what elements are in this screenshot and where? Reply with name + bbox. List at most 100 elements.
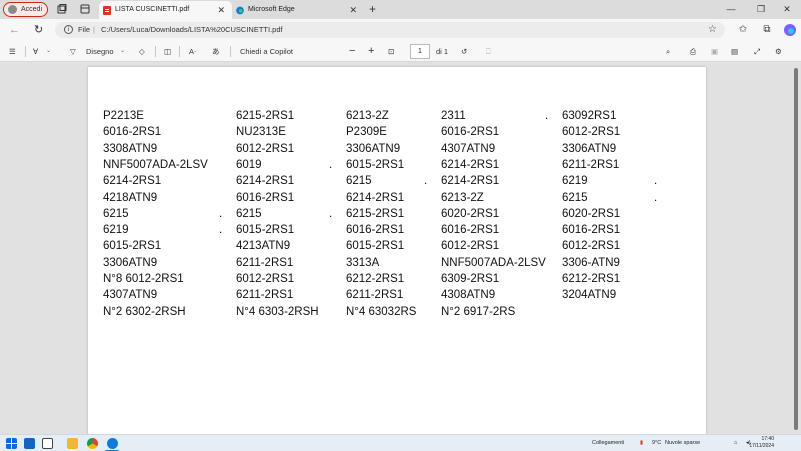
translate-icon[interactable]: あ [212,44,220,59]
task-view-icon[interactable] [42,438,53,449]
bearing-code: NU2313E [236,126,286,139]
windows-start-icon[interactable] [6,438,17,449]
dot-mark: . [545,110,549,122]
bearing-code: N°8 6012-2RS1 [103,273,184,285]
profile-button[interactable]: Accedi [3,2,48,17]
tab-edge[interactable]: Microsoft Edge ✕ [232,1,364,19]
file-explorer-icon[interactable] [67,438,78,449]
bearing-code: 6016-2RS1 [441,224,500,237]
toolbar-divider [25,46,26,57]
bearing-code: 6016-2RS1 [103,126,162,139]
settings-icon[interactable]: ⚙ [775,44,782,59]
bearing-code: 6012-2RS1 [441,240,500,253]
bearing-code: 6016-2RS1 [441,126,500,139]
bearing-code: 6020-2RS1 [441,207,500,220]
weather-icon[interactable]: ▮ [640,438,643,449]
edge-icon[interactable] [107,438,118,449]
bearing-code: 3308ATN9 [103,142,158,155]
scrollbar[interactable] [793,62,799,434]
draw-icon[interactable]: ▽ [70,44,76,59]
weather-temp[interactable]: 9°C [652,438,661,449]
news-widget[interactable]: Collegamenti [592,438,624,449]
chevron-down-icon[interactable]: ⌄ [46,44,51,59]
tab-pdf[interactable]: LISTA CUSCINETTI.pdf ✕ [99,1,232,19]
chevron-down-icon[interactable]: ⌄ [120,44,125,59]
bearing-code: 3306ATN9 [103,256,158,269]
info-icon[interactable]: i [64,25,73,34]
bearing-code: 6212-2RS1 [562,273,621,285]
bearing-code: 3313A [346,256,380,269]
bearing-code: 6215 [562,191,588,204]
bearing-code: 6211-2RS1 [236,256,294,269]
highlight-icon[interactable]: ∀ [33,44,38,59]
back-arrow-icon[interactable]: ← [9,22,20,38]
refresh-icon[interactable]: ↻ [34,22,43,38]
copilot-icon[interactable] [783,23,797,37]
search-icon[interactable]: ⌕ [666,44,670,59]
plus-icon[interactable]: + [369,1,376,18]
dot-mark: . [329,207,333,220]
rotate-icon[interactable]: ↺ [461,44,467,59]
close-icon[interactable]: ✕ [349,1,357,19]
address-bar[interactable]: i File | C:/Users/Luca/Downloads/LISTA%2… [55,22,725,38]
fullscreen-icon[interactable]: ⤢ [754,44,760,59]
url-text[interactable]: C:/Users/Luca/Downloads/LISTA%20CUSCINET… [101,22,283,38]
page-number-input[interactable]: 1 [410,44,430,59]
scrollbar-thumb[interactable] [794,68,798,430]
bearing-code: 6215 [346,175,372,188]
bearing-code: NNF5007ADA-2LSV [441,256,546,269]
bearing-code: 6214-2RS1 [441,175,500,188]
workspaces-icon[interactable] [56,3,68,15]
save-icon[interactable]: ▣ [711,44,718,59]
bearing-code: N°2 6917-2RS [441,305,516,318]
print-icon[interactable]: ⎙ [690,44,696,59]
network-icon[interactable]: ⌂ [734,438,737,449]
pdf-viewer[interactable]: P2213E 6215-2RS1 6213-2Z 2311. 63092RS1 6016-… [0,62,801,437]
scheme-label: File [78,25,91,34]
pdf-file-icon [103,6,111,15]
bearing-code: 63092RS1 [562,110,617,122]
zoom-out-icon[interactable]: − [349,44,355,59]
bearing-code: N°4 6303-2RSH [236,305,319,318]
bearing-code: 3306ATN9 [346,142,401,155]
bearing-code: 6012-2RS1 [236,273,295,285]
bearing-code: 4307ATN9 [441,142,496,155]
bearing-code: 6016-2RS1 [346,224,405,237]
star-icon[interactable]: ☆ [708,22,717,38]
two-page-icon[interactable]: ⎕ [486,44,491,59]
copilot-label[interactable]: Chiedi a Copilot [240,44,293,59]
dot-mark: . [219,224,223,237]
person-icon [8,5,17,14]
tab-actions-icon[interactable] [79,3,91,15]
save-as-icon[interactable]: ▤ [731,44,738,59]
weather-desc[interactable]: Nuvole sparse [665,438,700,449]
favorites-icon[interactable]: ✩ [736,23,750,37]
bearing-code: N°4 63032RS [346,305,417,318]
clock[interactable]: 17:40 17/11/2024 [749,436,774,450]
bearing-code: 2311 [441,110,466,122]
dot-mark: . [424,175,428,188]
zoom-in-icon[interactable]: + [368,44,374,59]
toolbar-divider [155,46,156,57]
fit-page-icon[interactable]: ⊡ [388,44,394,59]
draw-label[interactable]: Disegno [86,44,114,59]
chrome-icon[interactable] [87,438,98,449]
bearing-code: 6212-2RS1 [346,273,405,285]
bearing-code: N°2 6302-2RSH [103,305,186,318]
read-aloud-icon[interactable]: Aᐧ [189,44,196,59]
bearing-code: 6215-2RS1 [236,110,295,122]
outlook-icon[interactable] [24,438,35,449]
eraser-icon[interactable]: ◇ [139,44,145,59]
collections-icon[interactable]: ⧉ [760,23,774,37]
bearing-code: 6019 [236,158,262,171]
bearing-code: 3306-ATN9 [562,256,620,269]
profile-label: Accedi [21,6,43,13]
close-icon[interactable]: ✕ [217,1,225,19]
page-view-icon[interactable]: ◫ [164,44,171,59]
contents-icon[interactable]: ☰ [9,44,16,59]
minimize-icon[interactable]: — [717,0,745,19]
close-icon[interactable]: ✕ [773,0,801,19]
taskbar: Collegamenti ▮ 9°C Nuvole sparse ⌂ ◂) 17… [0,434,801,451]
maximize-icon[interactable]: ❐ [747,0,775,19]
dot-mark: . [219,207,223,220]
